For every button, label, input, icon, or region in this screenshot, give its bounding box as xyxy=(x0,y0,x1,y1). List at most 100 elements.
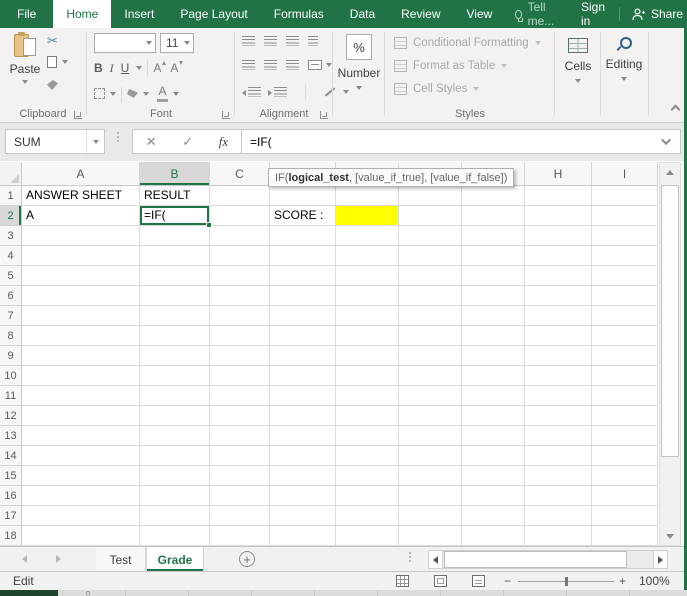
cell-C3[interactable] xyxy=(210,226,270,246)
cell-I17[interactable] xyxy=(592,506,658,526)
cell-I7[interactable] xyxy=(592,306,658,326)
cell-H10[interactable] xyxy=(525,366,592,386)
cell-G7[interactable] xyxy=(462,306,525,326)
cell-B2[interactable]: =IF( xyxy=(140,206,212,228)
cell-A1[interactable]: ANSWER SHEET xyxy=(22,186,140,206)
cell-I6[interactable] xyxy=(592,286,658,306)
formula-bar-resize-handle[interactable] xyxy=(117,132,119,142)
paste-button[interactable]: Paste xyxy=(8,32,42,84)
tabbar-resize-handle[interactable] xyxy=(409,552,411,562)
tab-home[interactable]: Home xyxy=(53,0,112,28)
align-middle-icon[interactable] xyxy=(264,36,277,46)
cell-I8[interactable] xyxy=(592,326,658,346)
cell-A10[interactable] xyxy=(22,366,140,386)
cell-C12[interactable] xyxy=(210,406,270,426)
merge-center-icon[interactable] xyxy=(308,60,322,70)
cell-I11[interactable] xyxy=(592,386,658,406)
cell-C16[interactable] xyxy=(210,486,270,506)
previous-sheet-arrow[interactable] xyxy=(22,555,27,563)
cell-I12[interactable] xyxy=(592,406,658,426)
cell-H4[interactable] xyxy=(525,246,592,266)
cell-D11[interactable] xyxy=(270,386,336,406)
alignment-dialog-launcher[interactable] xyxy=(320,111,328,119)
cell-A2[interactable]: A xyxy=(22,206,140,226)
cell-I15[interactable] xyxy=(592,466,658,486)
insert-function-button[interactable]: fx xyxy=(219,134,228,150)
font-name-combo[interactable] xyxy=(94,33,156,53)
row-header-12[interactable]: 12 xyxy=(0,406,22,426)
fill-handle[interactable] xyxy=(206,222,212,228)
cell-D10[interactable] xyxy=(270,366,336,386)
cell-C1[interactable] xyxy=(210,186,270,206)
cell-H7[interactable] xyxy=(525,306,592,326)
cell-H12[interactable] xyxy=(525,406,592,426)
cell-H8[interactable] xyxy=(525,326,592,346)
cell-H11[interactable] xyxy=(525,386,592,406)
borders-dropdown-arrow[interactable] xyxy=(110,91,116,96)
cell-C4[interactable] xyxy=(210,246,270,266)
cell-I4[interactable] xyxy=(592,246,658,266)
cell-D16[interactable] xyxy=(270,486,336,506)
cell-C10[interactable] xyxy=(210,366,270,386)
wrap-text-icon[interactable] xyxy=(308,36,318,46)
zoom-in-button[interactable]: + xyxy=(619,574,626,588)
center-icon[interactable] xyxy=(264,60,277,70)
sign-in-button[interactable]: Sign in xyxy=(567,0,619,28)
cell-A4[interactable] xyxy=(22,246,140,266)
cell-F14[interactable] xyxy=(399,446,462,466)
zoom-slider-thumb[interactable] xyxy=(565,577,568,586)
cell-H2[interactable] xyxy=(525,206,592,226)
cell-F12[interactable] xyxy=(399,406,462,426)
vertical-scroll-thumb[interactable] xyxy=(661,185,679,457)
row-header-4[interactable]: 4 xyxy=(0,246,22,266)
cell-C13[interactable] xyxy=(210,426,270,446)
row-header-5[interactable]: 5 xyxy=(0,266,22,286)
decrease-indent-icon[interactable] xyxy=(242,87,261,97)
cell-A17[interactable] xyxy=(22,506,140,526)
share-button[interactable]: Share xyxy=(619,7,687,21)
name-box-dropdown[interactable] xyxy=(86,130,104,153)
cell-G18[interactable] xyxy=(462,526,525,546)
zoom-out-button[interactable]: − xyxy=(504,574,511,588)
align-right-icon[interactable] xyxy=(286,60,299,70)
cell-B7[interactable] xyxy=(140,306,210,326)
row-header-3[interactable]: 3 xyxy=(0,226,22,246)
cell-C18[interactable] xyxy=(210,526,270,546)
row-header-8[interactable]: 8 xyxy=(0,326,22,346)
vertical-scrollbar[interactable] xyxy=(659,162,681,546)
row-header-10[interactable]: 10 xyxy=(0,366,22,386)
row-header-14[interactable]: 14 xyxy=(0,446,22,466)
cell-D14[interactable] xyxy=(270,446,336,466)
cell-E16[interactable] xyxy=(336,486,399,506)
cell-H13[interactable] xyxy=(525,426,592,446)
cell-G8[interactable] xyxy=(462,326,525,346)
align-bottom-icon[interactable] xyxy=(286,36,299,46)
cell-G11[interactable] xyxy=(462,386,525,406)
column-header-I[interactable]: I xyxy=(592,162,658,186)
cell-styles-button[interactable]: Cell Styles xyxy=(394,83,480,95)
cell-A18[interactable] xyxy=(22,526,140,546)
cell-H5[interactable] xyxy=(525,266,592,286)
cell-F10[interactable] xyxy=(399,366,462,386)
cell-B4[interactable] xyxy=(140,246,210,266)
select-all-corner[interactable] xyxy=(0,162,22,186)
cell-A6[interactable] xyxy=(22,286,140,306)
conditional-formatting-button[interactable]: Conditional Formatting xyxy=(394,37,541,49)
next-sheet-arrow[interactable] xyxy=(56,555,61,563)
cell-F2[interactable] xyxy=(399,206,462,226)
underline-button[interactable]: U xyxy=(121,61,130,75)
cell-H16[interactable] xyxy=(525,486,592,506)
cell-H14[interactable] xyxy=(525,446,592,466)
cell-I9[interactable] xyxy=(592,346,658,366)
cell-G9[interactable] xyxy=(462,346,525,366)
cell-G14[interactable] xyxy=(462,446,525,466)
cell-E12[interactable] xyxy=(336,406,399,426)
cancel-button[interactable]: ✕ xyxy=(146,134,157,150)
row-header-16[interactable]: 16 xyxy=(0,486,22,506)
cell-I18[interactable] xyxy=(592,526,658,546)
cell-I13[interactable] xyxy=(592,426,658,446)
cell-G1[interactable] xyxy=(462,186,525,206)
row-header-7[interactable]: 7 xyxy=(0,306,22,326)
row-header-15[interactable]: 15 xyxy=(0,466,22,486)
cell-E10[interactable] xyxy=(336,366,399,386)
